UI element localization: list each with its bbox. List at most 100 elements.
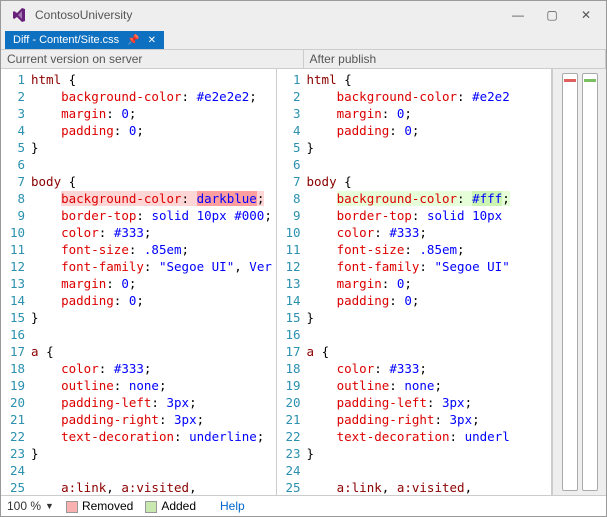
- added-swatch-icon: [145, 501, 157, 513]
- code-line[interactable]: color: #333;: [31, 224, 276, 241]
- line-number: 10: [279, 224, 301, 241]
- code-line[interactable]: margin: 0;: [31, 275, 276, 292]
- close-tab-icon[interactable]: ✕: [148, 35, 156, 46]
- code-line[interactable]: color: #333;: [31, 360, 276, 377]
- line-number: 19: [279, 377, 301, 394]
- code-line[interactable]: body {: [307, 173, 552, 190]
- code-line[interactable]: padding-left: 3px;: [31, 394, 276, 411]
- line-number: 25: [279, 479, 301, 495]
- line-number: 4: [3, 122, 25, 139]
- diff-body: 1234567891011121314151617181920212223242…: [1, 69, 606, 495]
- tab-diff-sitecss[interactable]: Diff - Content/Site.css 📌 ✕: [5, 31, 164, 49]
- code-line[interactable]: text-decoration: underline;: [31, 428, 276, 445]
- minimize-button[interactable]: ―: [508, 8, 528, 22]
- code-line[interactable]: }: [31, 309, 276, 326]
- code-line[interactable]: body {: [31, 173, 276, 190]
- line-number: 10: [3, 224, 25, 241]
- right-pane[interactable]: 1234567891011121314151617181920212223242…: [277, 69, 553, 495]
- code-line[interactable]: padding: 0;: [31, 292, 276, 309]
- code-line[interactable]: }: [307, 445, 552, 462]
- code-line[interactable]: color: #333;: [307, 224, 552, 241]
- line-number: 2: [3, 88, 25, 105]
- code-line[interactable]: font-family: "Segoe UI": [307, 258, 552, 275]
- code-line[interactable]: }: [307, 139, 552, 156]
- code-line[interactable]: background-color: #e2e2e2;: [31, 88, 276, 105]
- code-line[interactable]: text-decoration: underl: [307, 428, 552, 445]
- close-button[interactable]: ✕: [576, 8, 596, 22]
- code-line[interactable]: a:link, a:visited,: [31, 479, 276, 495]
- code-line[interactable]: }: [307, 309, 552, 326]
- code-line[interactable]: background-color: #fff;: [307, 190, 552, 207]
- code-line[interactable]: [31, 462, 276, 479]
- code-line[interactable]: [307, 462, 552, 479]
- window-title: ContosoUniversity: [35, 8, 508, 22]
- code-line[interactable]: html {: [307, 71, 552, 88]
- code-line[interactable]: padding: 0;: [31, 122, 276, 139]
- code-line[interactable]: background-color: darkblue;: [31, 190, 276, 207]
- line-number: 17: [3, 343, 25, 360]
- window: ContosoUniversity ― ▢ ✕ Diff - Content/S…: [0, 0, 607, 517]
- code-line[interactable]: outline: none;: [307, 377, 552, 394]
- code-line[interactable]: color: #333;: [307, 360, 552, 377]
- line-number: 5: [3, 139, 25, 156]
- code-line[interactable]: padding: 0;: [307, 292, 552, 309]
- code-line[interactable]: [307, 156, 552, 173]
- help-link[interactable]: Help: [220, 499, 245, 513]
- line-number: 8: [279, 190, 301, 207]
- code-line[interactable]: margin: 0;: [31, 105, 276, 122]
- line-number: 21: [3, 411, 25, 428]
- code-line[interactable]: border-top: solid 10px: [307, 207, 552, 224]
- overview-removed-mark: [564, 79, 576, 82]
- code-line[interactable]: a {: [307, 343, 552, 360]
- line-number: 12: [279, 258, 301, 275]
- pin-icon[interactable]: 📌: [127, 35, 139, 46]
- code-line[interactable]: padding-left: 3px;: [307, 394, 552, 411]
- code-line[interactable]: padding-right: 3px;: [31, 411, 276, 428]
- code-line[interactable]: background-color: #e2e2: [307, 88, 552, 105]
- code-line[interactable]: margin: 0;: [307, 275, 552, 292]
- legend-added: Added: [145, 499, 196, 513]
- maximize-button[interactable]: ▢: [542, 8, 562, 22]
- right-code[interactable]: html { background-color: #e2e2 margin: 0…: [307, 69, 552, 495]
- code-line[interactable]: }: [31, 445, 276, 462]
- line-number: 23: [279, 445, 301, 462]
- pane-headers: Current version on server After publish: [1, 49, 606, 69]
- code-line[interactable]: font-family: "Segoe UI", Ver: [31, 258, 276, 275]
- line-number: 11: [279, 241, 301, 258]
- code-line[interactable]: a {: [31, 343, 276, 360]
- code-line[interactable]: border-top: solid 10px #000;: [31, 207, 276, 224]
- line-number: 11: [3, 241, 25, 258]
- legend-removed-label: Removed: [82, 499, 133, 513]
- zoom-dropdown-icon[interactable]: ▼: [45, 501, 54, 511]
- left-pane-header: Current version on server: [1, 50, 304, 68]
- overview-added-mark: [584, 79, 596, 82]
- code-line[interactable]: [307, 326, 552, 343]
- code-line[interactable]: [31, 326, 276, 343]
- overview-ruler[interactable]: [552, 69, 606, 495]
- left-code[interactable]: html { background-color: #e2e2e2; margin…: [31, 69, 276, 495]
- line-number: 5: [279, 139, 301, 156]
- left-pane[interactable]: 1234567891011121314151617181920212223242…: [1, 69, 277, 495]
- code-line[interactable]: [31, 156, 276, 173]
- code-line[interactable]: outline: none;: [31, 377, 276, 394]
- code-line[interactable]: font-size: .85em;: [307, 241, 552, 258]
- line-number: 6: [279, 156, 301, 173]
- code-line[interactable]: padding: 0;: [307, 122, 552, 139]
- code-line[interactable]: a:link, a:visited,: [307, 479, 552, 495]
- titlebar: ContosoUniversity ― ▢ ✕: [1, 1, 606, 29]
- line-number: 21: [279, 411, 301, 428]
- code-line[interactable]: }: [31, 139, 276, 156]
- overview-left-strip[interactable]: [562, 73, 578, 491]
- line-number: 25: [3, 479, 25, 495]
- code-line[interactable]: font-size: .85em;: [31, 241, 276, 258]
- zoom-control[interactable]: 100 % ▼: [7, 499, 54, 513]
- code-line[interactable]: margin: 0;: [307, 105, 552, 122]
- vs-logo-icon: [11, 7, 27, 23]
- overview-right-strip[interactable]: [582, 73, 598, 491]
- code-line[interactable]: html {: [31, 71, 276, 88]
- code-line[interactable]: padding-right: 3px;: [307, 411, 552, 428]
- line-number: 14: [3, 292, 25, 309]
- tab-row: Diff - Content/Site.css 📌 ✕: [1, 29, 606, 49]
- line-number: 20: [279, 394, 301, 411]
- line-number: 22: [3, 428, 25, 445]
